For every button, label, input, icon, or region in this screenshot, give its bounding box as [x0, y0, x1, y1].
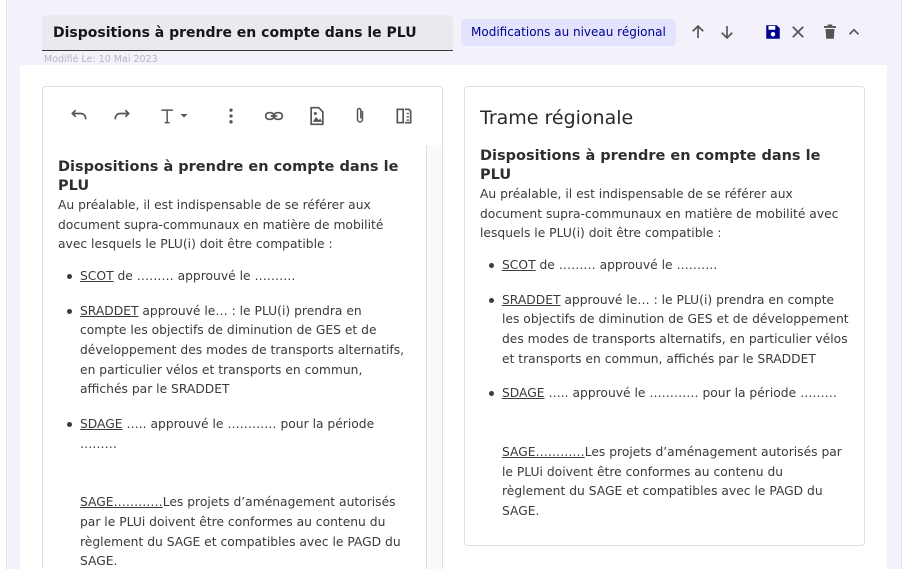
paperclip-icon	[356, 107, 364, 123]
delete-button[interactable]	[818, 20, 842, 44]
text-format-dropdown[interactable]	[154, 104, 194, 128]
doc-list: SCOT de ……… approuvé le ………. SRADDET app…	[58, 267, 410, 454]
sage-link[interactable]: SAGE…………	[502, 445, 585, 459]
list-item: SRADDET approuvé le… : le PLU(i) prendra…	[67, 302, 410, 401]
chevron-up-icon	[848, 28, 860, 35]
link-icon	[264, 111, 284, 121]
scot-link[interactable]: SCOT	[80, 269, 114, 283]
sdage-link[interactable]: SDAGE	[502, 386, 545, 400]
redo-button[interactable]	[110, 104, 134, 128]
save-button[interactable]	[761, 20, 785, 44]
list-item: SDAGE ….. approuvé le ………… pour la pério…	[489, 384, 850, 404]
sage-paragraph: SAGE…………Les projets d’aménagement autori…	[480, 443, 850, 522]
doc-intro: Au préalable, il est indispensable de se…	[480, 187, 839, 241]
doc-list: SCOT de ……… approuvé le ………. SRADDET app…	[480, 256, 850, 404]
arrow-up-icon	[692, 24, 704, 38]
move-down-button[interactable]	[715, 20, 739, 44]
list-item-text: ….. approuvé le ………… pour la période ………	[80, 416, 375, 451]
list-item: SDAGE ….. approuvé le ………… pour la pério…	[67, 415, 410, 454]
editor-content[interactable]: Dispositions à prendre en compte dans le…	[43, 145, 427, 569]
insert-link-button[interactable]	[262, 104, 286, 128]
close-button[interactable]	[786, 20, 810, 44]
collapse-button[interactable]	[842, 20, 866, 44]
trash-icon	[824, 24, 836, 39]
doc-intro: Au préalable, il est indispensable de se…	[58, 198, 384, 252]
redo-icon	[114, 109, 130, 120]
doc-heading: Dispositions à prendre en compte dans le…	[480, 148, 821, 183]
arrow-down-icon	[721, 26, 733, 40]
undo-icon	[71, 109, 87, 120]
list-item: SRADDET approuvé le… : le PLU(i) prendra…	[489, 291, 850, 370]
sage-link[interactable]: SAGE…………	[80, 495, 163, 509]
sdage-link[interactable]: SDAGE	[80, 417, 123, 431]
compare-icon	[396, 108, 412, 124]
doc-heading: Dispositions à prendre en compte dans le…	[58, 159, 399, 194]
text-format-icon	[161, 109, 173, 124]
list-item-text: de ……… approuvé le ……….	[113, 269, 296, 284]
editor-toolbar	[43, 87, 442, 145]
close-icon	[792, 26, 804, 38]
section-title-input[interactable]	[42, 15, 453, 51]
preview-title: Trame régionale	[480, 107, 634, 129]
save-icon	[766, 25, 780, 39]
caret-down-icon	[180, 114, 188, 118]
more-options-button[interactable]	[219, 104, 243, 128]
sraddet-link[interactable]: SRADDET	[502, 293, 560, 307]
list-item-text: de ……… approuvé le ……….	[535, 258, 718, 273]
undo-button[interactable]	[67, 104, 91, 128]
sraddet-link[interactable]: SRADDET	[80, 304, 138, 318]
region-modifications-badge[interactable]: Modifications au niveau régional	[461, 19, 676, 46]
compare-button[interactable]	[392, 104, 416, 128]
insert-image-button[interactable]	[305, 104, 329, 128]
attach-file-button[interactable]	[348, 104, 372, 128]
rich-text-editor: Dispositions à prendre en compte dans le…	[42, 86, 443, 569]
sage-paragraph: SAGE…………Les projets d’aménagement autori…	[58, 493, 410, 569]
image-file-icon	[310, 106, 324, 126]
list-item: SCOT de ……… approuvé le ……….	[489, 256, 850, 276]
modified-date: Modifié Le: 10 Mai 2023	[44, 54, 158, 65]
list-item-text: ….. approuvé le ………… pour la période ………	[544, 386, 837, 401]
more-vertical-icon	[229, 108, 233, 124]
list-item: SCOT de ……… approuvé le ……….	[67, 267, 410, 287]
editor-scrollbar[interactable]	[427, 145, 442, 569]
move-up-button[interactable]	[686, 20, 710, 44]
scot-link[interactable]: SCOT	[502, 258, 536, 272]
regional-template-panel: Trame régionale Dispositions à prendre e…	[464, 86, 865, 546]
